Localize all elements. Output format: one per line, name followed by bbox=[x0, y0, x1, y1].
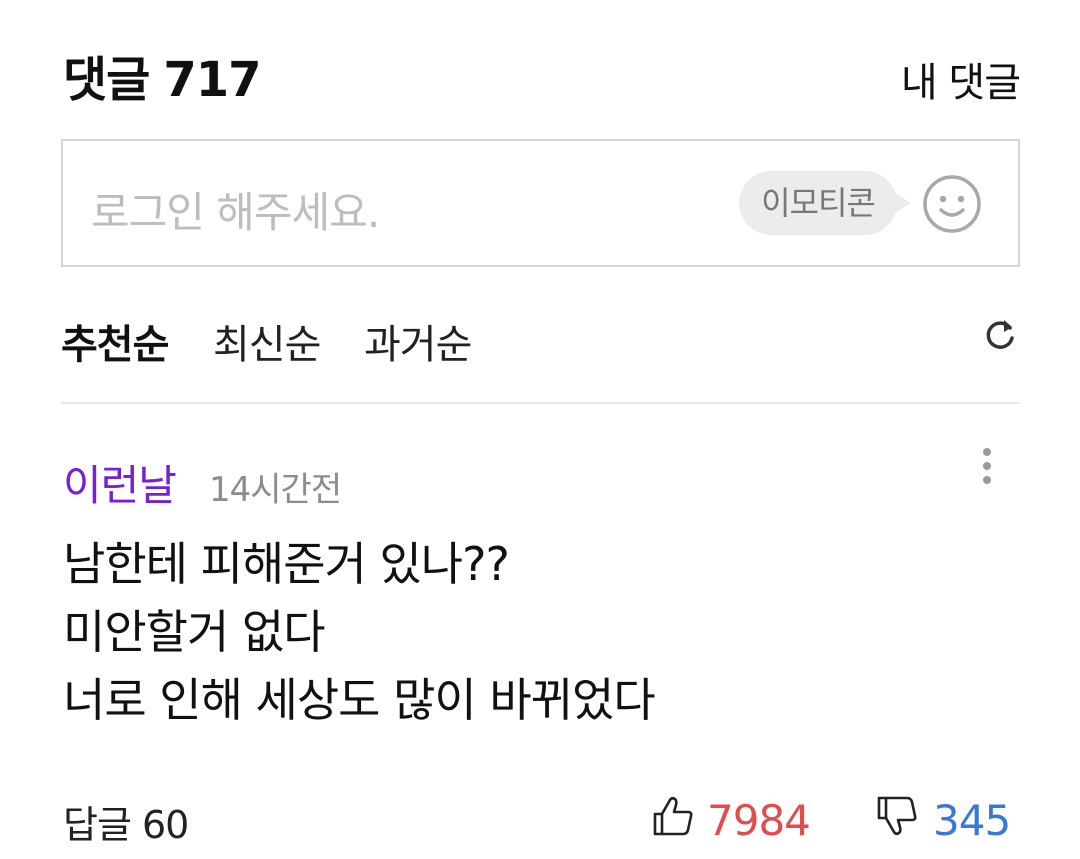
thumbs-down-icon[interactable] bbox=[875, 794, 919, 838]
replies-button[interactable]: 답글 60 bbox=[63, 794, 189, 849]
thumbs-up-icon[interactable] bbox=[651, 794, 695, 838]
sort-bar: 추천순 최신순 과거순 bbox=[61, 312, 1020, 372]
comment-time: 14시간전 bbox=[209, 470, 342, 510]
sort-recommended[interactable]: 추천순 bbox=[61, 312, 169, 370]
comment-body: 남한테 피해준거 있나?? 미안할거 없다 너로 인해 세상도 많이 바뀌었다 bbox=[63, 530, 1003, 734]
comment-section: 댓글 717 내 댓글 로그인 해주세요. 이모티콘 추천순 최신순 과거순 이런… bbox=[61, 0, 1021, 859]
emoticon-button[interactable]: 이모티콘 bbox=[739, 171, 911, 235]
comment-input-box[interactable]: 로그인 해주세요. 이모티콘 bbox=[61, 139, 1020, 267]
smiley-icon[interactable] bbox=[921, 173, 983, 235]
comment-line: 남한테 피해준거 있나?? bbox=[63, 537, 510, 591]
comment-title-label: 댓글 bbox=[63, 52, 150, 108]
comment-footer: 답글 60 7984 345 bbox=[61, 790, 1020, 850]
comment-author[interactable]: 이런날 bbox=[63, 452, 177, 513]
comment-line: 너로 인해 세상도 많이 바뀌었다 bbox=[63, 673, 656, 727]
sort-latest[interactable]: 최신순 bbox=[213, 312, 321, 370]
dislike-count: 345 bbox=[933, 796, 1011, 845]
like-count: 7984 bbox=[707, 796, 811, 845]
comment-title: 댓글 717 bbox=[63, 40, 262, 110]
refresh-icon[interactable] bbox=[980, 314, 1020, 354]
more-options-icon[interactable] bbox=[982, 448, 992, 488]
comment-line: 미안할거 없다 bbox=[63, 605, 326, 659]
comment-count: 717 bbox=[163, 52, 261, 108]
comment-header: 댓글 717 내 댓글 bbox=[61, 38, 1021, 110]
comment-input-placeholder[interactable]: 로그인 해주세요. bbox=[91, 179, 380, 240]
divider bbox=[61, 402, 1020, 404]
sort-oldest[interactable]: 과거순 bbox=[364, 312, 472, 370]
my-comments-link[interactable]: 내 댓글 bbox=[901, 50, 1021, 108]
